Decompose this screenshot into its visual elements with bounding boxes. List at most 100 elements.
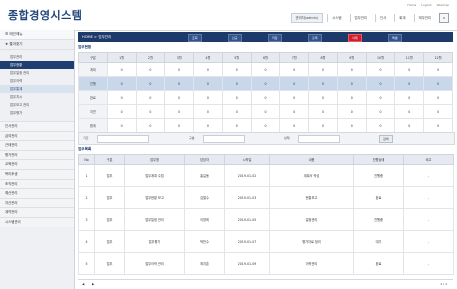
table-cell: 0 — [336, 118, 367, 133]
sidebar-group[interactable]: 시스템관리 — [0, 216, 74, 227]
table-row[interactable]: 계획 0 0 0 0 0 0 0 0 0 0 0 0 — [78, 62, 453, 77]
sidebar-group[interactable]: 예산관리 — [0, 188, 74, 198]
filter-label-period: 기간 — [83, 136, 89, 140]
table-cell: 0 — [308, 62, 338, 77]
gnb-item-5[interactable]: 재무관리 — [413, 14, 435, 22]
delete-button[interactable]: 삭제 — [348, 34, 362, 42]
sidebar-group[interactable]: 조직관리 — [0, 178, 74, 189]
table-row[interactable]: 4 업무 업무평가 박민수 2019-01-07 평가자료 정리 대기 - — [78, 230, 454, 253]
table-cell: 0 — [423, 118, 453, 133]
row-label: 완료 — [78, 90, 108, 105]
table-cell: 평가자료 정리 — [269, 230, 354, 253]
table-cell: 업무이력 관리 — [124, 252, 185, 275]
sidebar-item[interactable]: 업무보고 관리 — [0, 101, 74, 109]
sidebar-item-selected[interactable]: 업무통계 — [0, 85, 74, 93]
table-cell: 0 — [279, 118, 310, 133]
table-cell: - — [403, 164, 454, 187]
table-cell: 0 — [336, 90, 367, 105]
util-link-sitemap[interactable]: Sitemap — [437, 3, 449, 7]
util-link-home[interactable]: Home — [407, 3, 416, 7]
page-next-icon[interactable]: ▶ — [92, 282, 94, 286]
sidebar-section-favorites[interactable]: ★ 즐겨찾기 — [0, 40, 74, 50]
sidebar-item[interactable]: 업무지시 — [0, 93, 74, 101]
summary-table: 구분 1월 2월 3월 4월 5월 6월 7월 8월 9월 10월 11월 12… — [78, 52, 453, 133]
table-cell: 0 — [106, 118, 137, 133]
table-cell: 3 — [78, 208, 95, 231]
gnb-item-1[interactable]: 시스템 — [327, 14, 345, 22]
table-header: 7월 — [279, 52, 310, 63]
table-cell: 0 — [308, 104, 338, 119]
sidebar-item[interactable]: 업무일정 관리 — [0, 69, 74, 77]
table-row[interactable]: 5 업무 업무이력 관리 최지훈 2019-01-09 이력관리 완료 - — [78, 252, 454, 275]
gnb-item-4[interactable]: 회계 — [394, 14, 409, 22]
table-header: 비고 — [403, 154, 454, 165]
sidebar-group[interactable]: 교육관리 — [0, 159, 74, 169]
table-cell: 최지훈 — [184, 252, 225, 275]
table-row[interactable]: 합계 0 0 0 0 0 0 0 0 0 0 0 0 — [78, 118, 453, 133]
table-cell: 0 — [336, 76, 367, 91]
table-cell: 홍길동 — [184, 164, 225, 187]
sidebar-item[interactable]: 업무관리 — [0, 53, 74, 61]
page-prev-icon[interactable]: ◀ — [82, 282, 84, 286]
table-cell: 0 — [164, 118, 195, 133]
table-cell: 0 — [221, 76, 252, 91]
sidebar-group[interactable]: 자산관리 — [0, 197, 74, 208]
table-header: 구분 — [78, 52, 108, 63]
top-header: 종합경영시스템 Home Logout Sitemap 관리자(admin) 시… — [0, 0, 457, 31]
excel-button[interactable]: 엑셀 — [388, 34, 402, 42]
util-link-logout[interactable]: Logout — [421, 3, 431, 7]
close-button[interactable]: x — [438, 13, 449, 23]
sidebar-section-main[interactable]: ☰ 메인메뉴 — [0, 30, 74, 40]
sidebar-group[interactable]: 근태관리 — [0, 140, 74, 150]
sidebar-group[interactable]: 복리후생 — [0, 168, 74, 179]
table-cell: 업무 — [94, 164, 125, 187]
sidebar-item[interactable]: 업무이력 — [0, 77, 74, 85]
search-button[interactable]: 조회 — [188, 34, 202, 42]
sidebar: ☰ 메인메뉴 ★ 즐겨찾기 업무관리 업무현황 업무일정 관리 업무이력 업무통… — [0, 30, 75, 289]
sidebar-item-active[interactable]: 업무현황 — [0, 61, 74, 69]
table-header: 1월 — [106, 52, 137, 63]
filter-search-button[interactable]: 검색 — [379, 135, 393, 143]
table-cell: - — [403, 208, 454, 231]
gnb-item-2[interactable]: 업무관리 — [349, 14, 371, 22]
table-row[interactable]: 1 업무 업무계획 수립 홍길동 2019-01-02 계획서 작성 진행중 - — [78, 164, 454, 187]
print-button[interactable]: 출력 — [308, 34, 322, 42]
sidebar-group[interactable]: 계약관리 — [0, 207, 74, 217]
table-cell: 0 — [394, 118, 425, 133]
table-cell: - — [403, 252, 454, 275]
status-select[interactable] — [298, 135, 340, 143]
gnb-item-3[interactable]: 인사 — [375, 14, 390, 22]
table-cell: 2019-01-03 — [224, 186, 270, 209]
table-row[interactable]: 2 업무 업무현황 보고 김철수 2019-01-03 현황보고 완료 - — [78, 186, 454, 209]
sidebar-group[interactable]: 평가관리 — [0, 149, 74, 160]
table-cell: 대기 — [353, 230, 404, 253]
table-cell: 0 — [106, 62, 137, 77]
sidebar-group[interactable]: 인사관리 — [0, 121, 74, 131]
period-input[interactable] — [97, 135, 149, 143]
table-row-selected[interactable]: 진행 0 0 0 0 0 0 0 0 0 0 0 0 — [78, 76, 453, 91]
filter-label-type: 구분 — [189, 136, 195, 140]
table-cell: 업무평가 — [124, 230, 185, 253]
table-cell: 0 — [365, 118, 396, 133]
table-cell: 0 — [308, 90, 338, 105]
new-button[interactable]: 신규 — [228, 34, 242, 42]
table-cell: 업무 — [94, 230, 125, 253]
section-title-top: 업무현황 — [78, 45, 92, 49]
table-cell: 0 — [221, 90, 252, 105]
app-logo-title[interactable]: 종합경영시스템 — [8, 7, 82, 23]
table-header: 담당자 — [184, 154, 225, 165]
table-header: 8월 — [308, 52, 338, 63]
sidebar-item[interactable]: 업무평가 — [0, 109, 74, 117]
table-row[interactable]: 완료 0 0 0 0 0 0 0 0 0 0 0 0 — [78, 90, 453, 105]
table-header: 시작일 — [224, 154, 270, 165]
sidebar-group[interactable]: 급여관리 — [0, 130, 74, 141]
table-cell: 업무 — [94, 252, 125, 275]
save-button[interactable]: 저장 — [268, 34, 282, 42]
table-row[interactable]: 지연 0 0 0 0 0 0 0 0 0 0 0 0 — [78, 104, 453, 119]
util-links: Home Logout Sitemap — [407, 3, 449, 7]
table-cell: 박민수 — [184, 230, 225, 253]
table-cell: 0 — [423, 90, 453, 105]
type-select[interactable] — [203, 135, 245, 143]
table-row[interactable]: 3 업무 업무일정 관리 이영희 2019-01-05 일정관리 진행중 - — [78, 208, 454, 231]
row-label: 진행 — [78, 76, 108, 91]
